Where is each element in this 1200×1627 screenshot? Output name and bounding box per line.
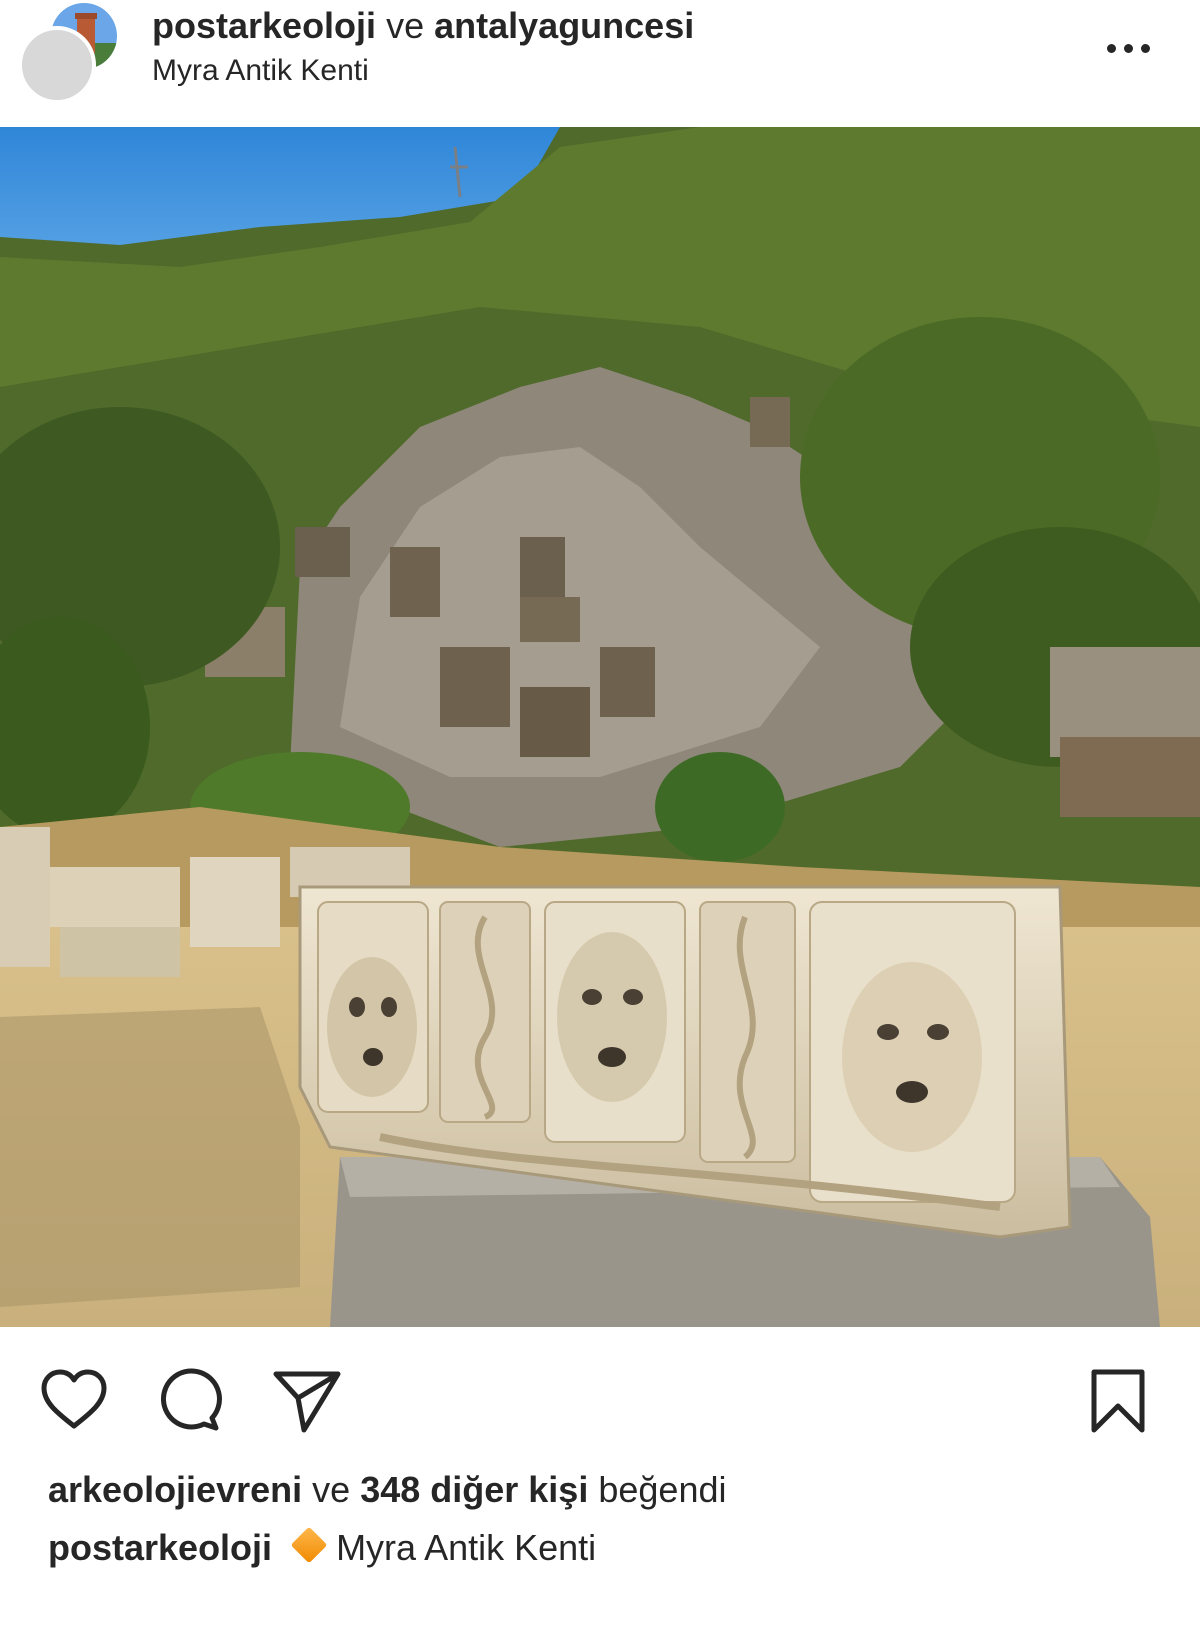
more-dot-icon (1123, 43, 1133, 53)
paper-plane-icon (273, 1371, 341, 1433)
heart-icon (41, 1369, 107, 1429)
first-liker-link[interactable]: arkeolojievreni (48, 1469, 302, 1510)
post-authors: postarkeoloji ve antalyaguncesi (152, 4, 694, 48)
likes-summary[interactable]: arkeolojievreni ve 348 diğer kişi beğend… (48, 1468, 727, 1512)
orange-diamond-icon (290, 1526, 328, 1564)
share-button[interactable] (266, 1360, 346, 1440)
bookmark-icon (1091, 1369, 1145, 1433)
comment-bubble-icon (160, 1368, 222, 1431)
save-button[interactable] (1078, 1360, 1158, 1440)
collab-avatars[interactable] (18, 0, 128, 104)
myra-ruins-image (0, 127, 1200, 1327)
like-button[interactable] (34, 1360, 114, 1440)
others-count-link[interactable]: 348 diğer kişi (360, 1469, 588, 1510)
post-photo[interactable] (0, 127, 1200, 1327)
more-options-button[interactable] (1098, 36, 1158, 60)
location-link[interactable]: Myra Antik Kenti (152, 54, 369, 88)
caption-username-link[interactable]: postarkeoloji (48, 1527, 272, 1568)
likes-joiner: ve (312, 1469, 351, 1510)
likes-suffix: beğendi (598, 1469, 727, 1510)
author-secondary-link[interactable]: antalyaguncesi (434, 5, 694, 46)
post-header: postarkeoloji ve antalyaguncesi Myra Ant… (0, 0, 1200, 127)
caption-text: Myra Antik Kenti (336, 1527, 597, 1568)
post-caption: postarkeoloji Myra Antik Kenti (48, 1526, 596, 1570)
more-dot-icon (1140, 43, 1150, 53)
collab-joiner: ve (386, 5, 425, 46)
comment-button[interactable] (150, 1360, 230, 1440)
more-dot-icon (1106, 43, 1116, 53)
avatar-antalyaguncesi[interactable] (18, 26, 96, 104)
action-bar (0, 1360, 1200, 1440)
author-primary-link[interactable]: postarkeoloji (152, 5, 376, 46)
